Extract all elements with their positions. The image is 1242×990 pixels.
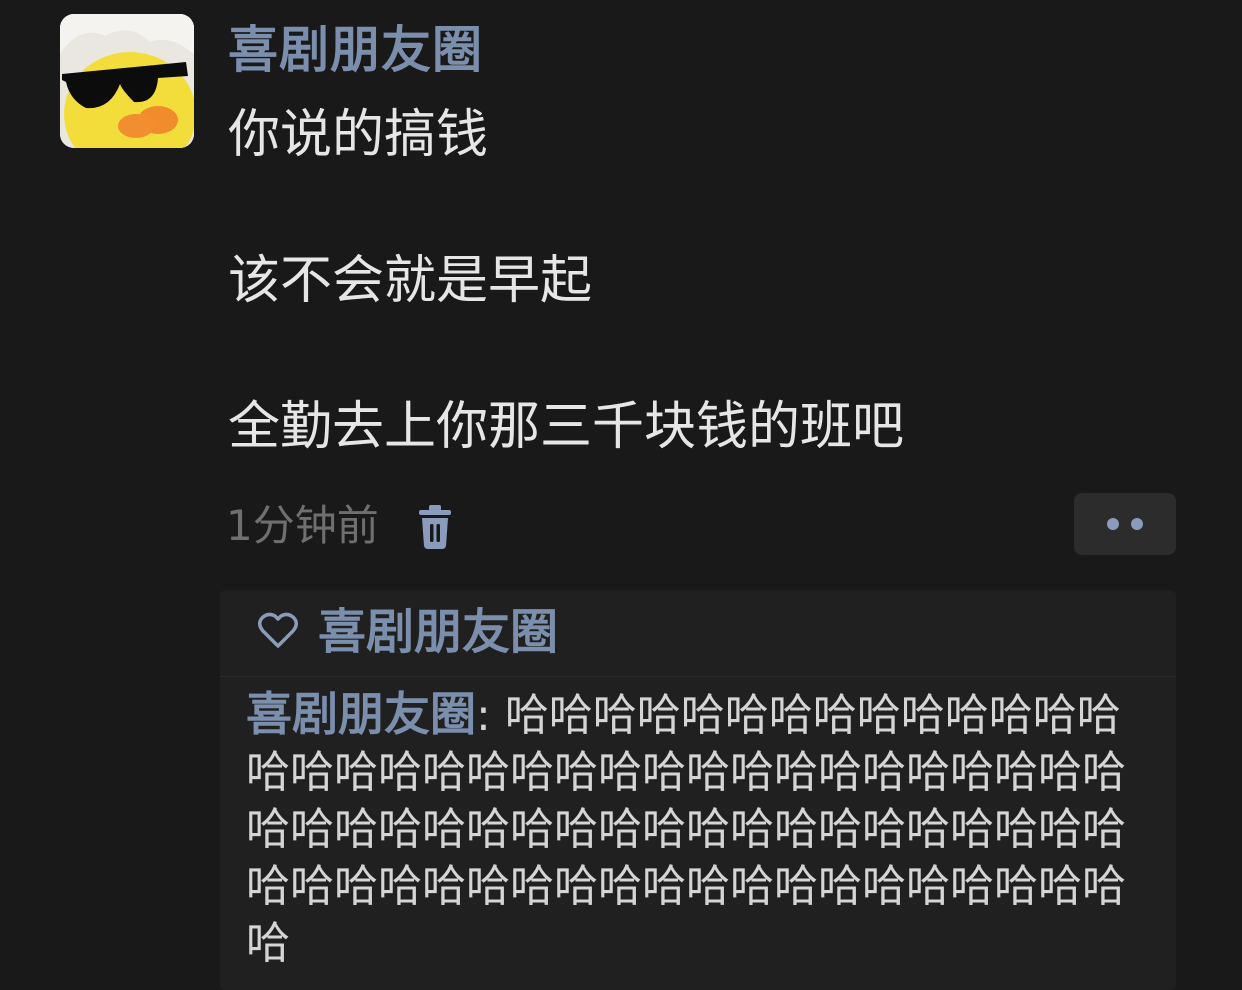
post-line-2: 该不会就是早起 <box>228 251 593 311</box>
post-timestamp: 1分钟前 <box>226 501 379 550</box>
post-content: 你说的搞钱 该不会就是早起 全勤去上你那三千块钱的班吧 <box>228 100 904 462</box>
liker-name[interactable]: 喜剧朋友圈 <box>318 602 558 662</box>
trash-icon[interactable] <box>415 502 455 550</box>
more-dot-icon <box>1131 518 1143 530</box>
more-dot-icon <box>1107 518 1119 530</box>
likes-row: 喜剧朋友圈 <box>220 590 1176 677</box>
post-line-3: 全勤去上你那三千块钱的班吧 <box>228 397 905 457</box>
post-line-1: 你说的搞钱 <box>228 105 489 165</box>
more-actions-button[interactable] <box>1074 493 1176 555</box>
comment-author[interactable]: 喜剧朋友圈 <box>246 687 476 741</box>
duck-avatar-icon <box>60 14 194 148</box>
post-meta: 1分钟前 <box>226 498 455 554</box>
avatar[interactable] <box>60 14 194 148</box>
post-author-name[interactable]: 喜剧朋友圈 <box>228 18 483 82</box>
heart-icon[interactable] <box>256 608 300 652</box>
comment: 喜剧朋友圈: 哈哈哈哈哈哈哈哈哈哈哈哈哈哈哈哈哈哈哈哈哈哈哈哈哈哈哈哈哈哈哈哈哈… <box>246 686 1158 972</box>
comment-separator: : <box>476 690 505 741</box>
interaction-panel: 喜剧朋友圈 喜剧朋友圈: 哈哈哈哈哈哈哈哈哈哈哈哈哈哈哈哈哈哈哈哈哈哈哈哈哈哈哈… <box>220 590 1176 990</box>
